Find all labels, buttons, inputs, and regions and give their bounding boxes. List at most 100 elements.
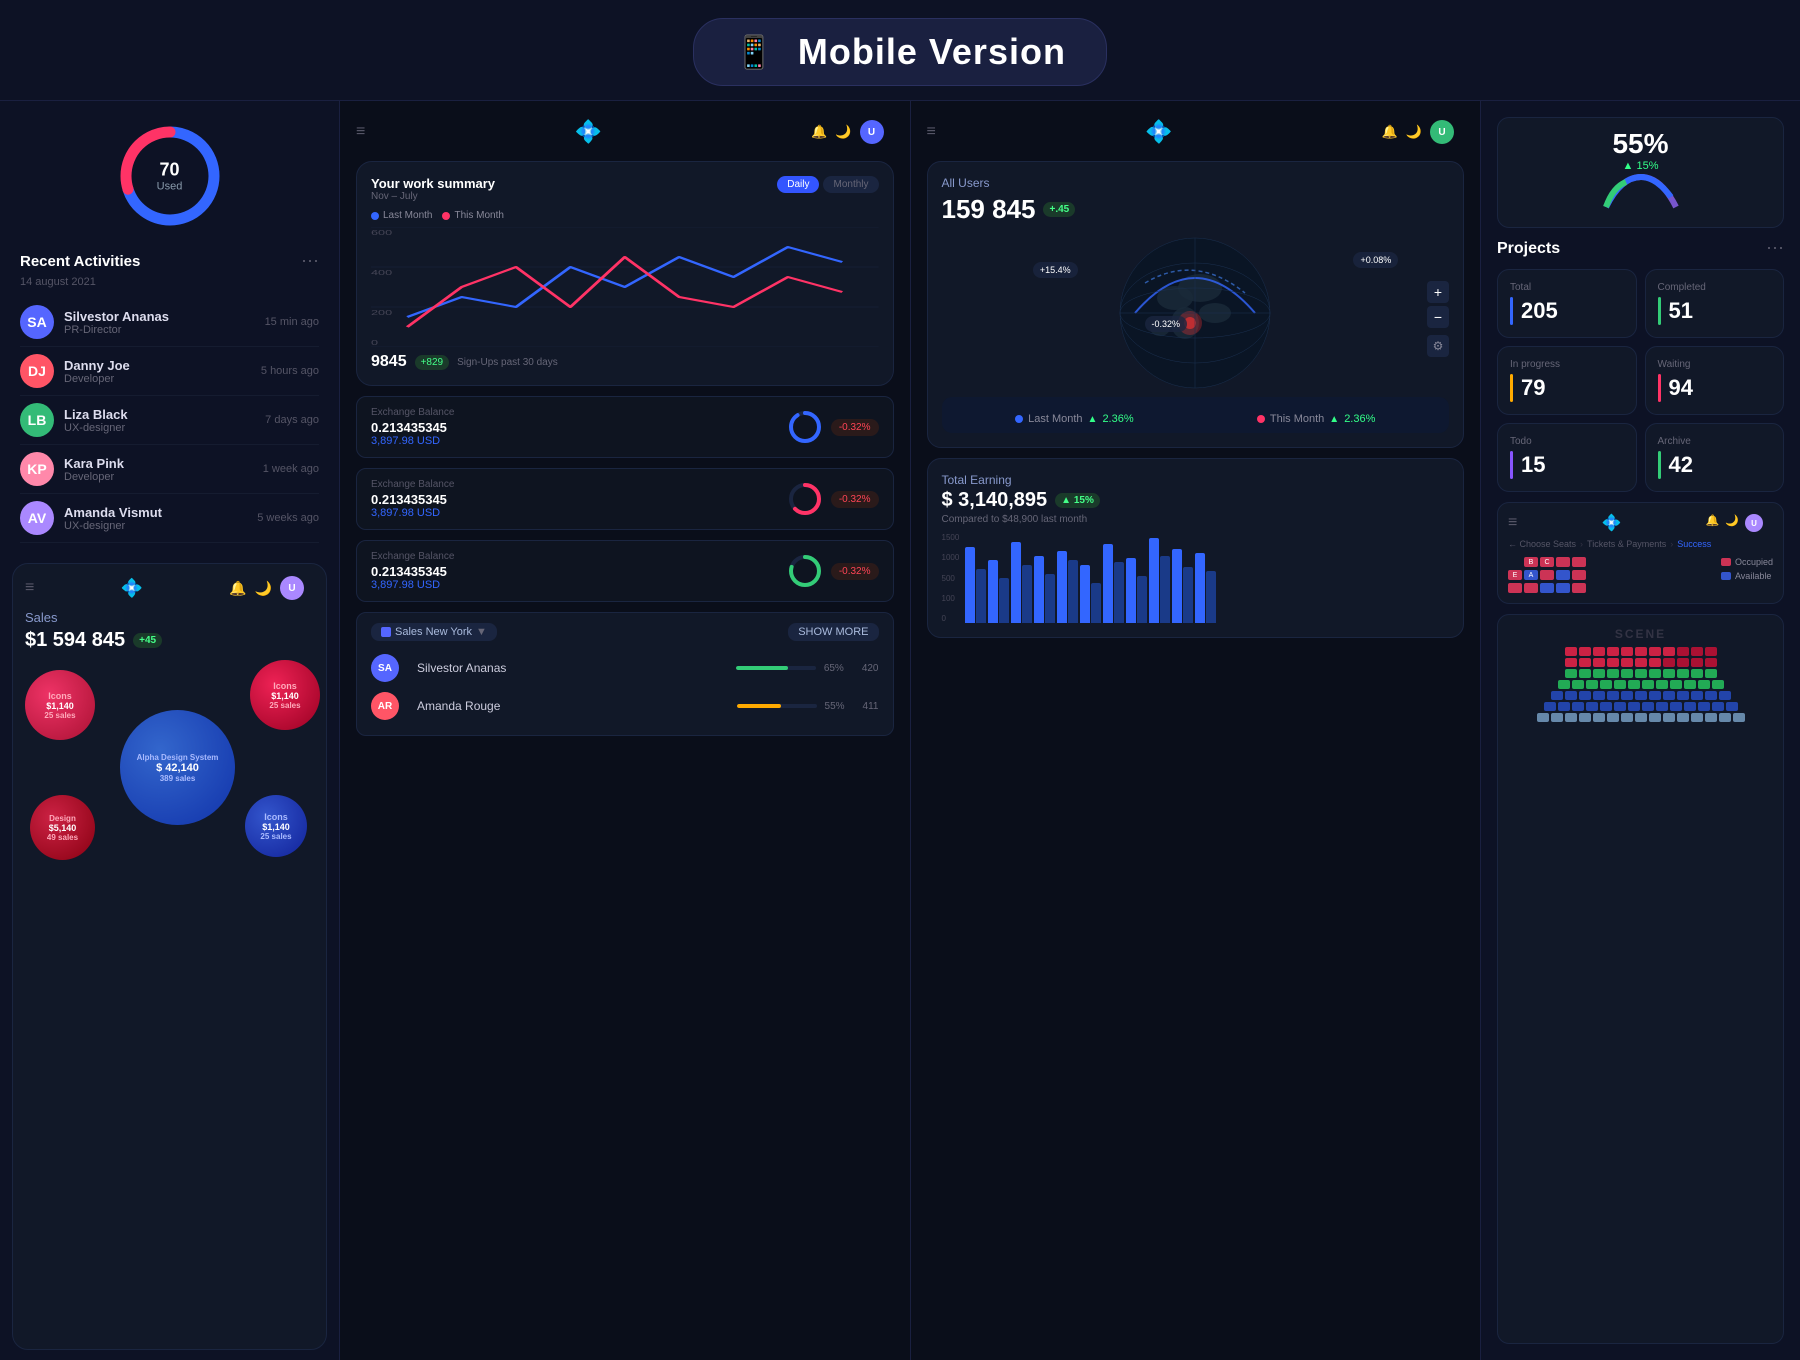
moon-icon-left[interactable]: 🌙 bbox=[255, 580, 272, 597]
t-seat[interactable] bbox=[1719, 713, 1731, 722]
t-seat[interactable] bbox=[1670, 702, 1682, 711]
t-seat[interactable] bbox=[1649, 647, 1661, 656]
t-seat[interactable] bbox=[1635, 658, 1647, 667]
t-seat[interactable] bbox=[1628, 680, 1640, 689]
t-seat[interactable] bbox=[1635, 647, 1647, 656]
t-seat[interactable] bbox=[1586, 702, 1598, 711]
t-seat[interactable] bbox=[1705, 691, 1717, 700]
t-seat[interactable] bbox=[1635, 691, 1647, 700]
t-seat[interactable] bbox=[1537, 713, 1549, 722]
bell-icon-cl[interactable]: 🔔 bbox=[811, 124, 827, 140]
t-seat[interactable] bbox=[1593, 658, 1605, 667]
t-seat[interactable] bbox=[1705, 647, 1717, 656]
seat-occ-1[interactable] bbox=[1556, 557, 1570, 567]
user-avatar-cr[interactable]: U bbox=[1430, 120, 1454, 144]
t-seat[interactable] bbox=[1600, 680, 1612, 689]
hamburger-icon-center-left[interactable]: ≡ bbox=[356, 123, 365, 141]
t-seat[interactable] bbox=[1558, 702, 1570, 711]
t-seat[interactable] bbox=[1607, 647, 1619, 656]
t-seat[interactable] bbox=[1586, 680, 1598, 689]
t-seat[interactable] bbox=[1677, 669, 1689, 678]
t-seat[interactable] bbox=[1579, 647, 1591, 656]
seat-occ-4[interactable] bbox=[1572, 570, 1586, 580]
t-seat[interactable] bbox=[1642, 702, 1654, 711]
t-seat[interactable] bbox=[1607, 713, 1619, 722]
show-more-button[interactable]: SHOW MORE bbox=[788, 623, 878, 641]
t-seat[interactable] bbox=[1691, 669, 1703, 678]
t-seat[interactable] bbox=[1572, 680, 1584, 689]
bell-icon-left[interactable]: 🔔 bbox=[229, 580, 246, 597]
bell-icon-cr[interactable]: 🔔 bbox=[1382, 124, 1398, 140]
t-seat[interactable] bbox=[1635, 669, 1647, 678]
t-seat[interactable] bbox=[1607, 691, 1619, 700]
hamburger-seat[interactable]: ≡ bbox=[1508, 514, 1517, 532]
seat-occ-b[interactable]: B bbox=[1524, 557, 1538, 567]
t-seat[interactable] bbox=[1719, 691, 1731, 700]
t-seat[interactable] bbox=[1698, 702, 1710, 711]
t-seat[interactable] bbox=[1579, 713, 1591, 722]
t-seat[interactable] bbox=[1621, 647, 1633, 656]
t-seat[interactable] bbox=[1614, 702, 1626, 711]
t-seat[interactable] bbox=[1691, 647, 1703, 656]
seat-occ-3[interactable] bbox=[1540, 570, 1554, 580]
bell-seat[interactable]: 🔔 bbox=[1706, 514, 1720, 532]
t-seat[interactable] bbox=[1593, 669, 1605, 678]
t-seat[interactable] bbox=[1642, 680, 1654, 689]
seat-occ-5[interactable] bbox=[1508, 583, 1522, 593]
t-seat[interactable] bbox=[1726, 702, 1738, 711]
t-seat[interactable] bbox=[1593, 713, 1605, 722]
user-seat[interactable]: U bbox=[1745, 514, 1763, 532]
t-seat[interactable] bbox=[1544, 702, 1556, 711]
t-seat[interactable] bbox=[1635, 713, 1647, 722]
t-seat[interactable] bbox=[1607, 658, 1619, 667]
tab-monthly[interactable]: Monthly bbox=[823, 176, 878, 193]
t-seat[interactable] bbox=[1712, 702, 1724, 711]
t-seat[interactable] bbox=[1579, 691, 1591, 700]
t-seat[interactable] bbox=[1705, 669, 1717, 678]
zoom-in-button[interactable]: + bbox=[1427, 281, 1449, 303]
hamburger-icon-cr[interactable]: ≡ bbox=[927, 123, 936, 141]
t-seat[interactable] bbox=[1614, 680, 1626, 689]
t-seat[interactable] bbox=[1579, 669, 1591, 678]
user-avatar-left[interactable]: U bbox=[280, 576, 304, 600]
t-seat[interactable] bbox=[1593, 691, 1605, 700]
t-seat[interactable] bbox=[1663, 658, 1675, 667]
t-seat[interactable] bbox=[1691, 713, 1703, 722]
t-seat[interactable] bbox=[1663, 647, 1675, 656]
seat-occ-6[interactable] bbox=[1524, 583, 1538, 593]
t-seat[interactable] bbox=[1684, 680, 1696, 689]
t-seat[interactable] bbox=[1656, 680, 1668, 689]
t-seat[interactable] bbox=[1649, 669, 1661, 678]
t-seat[interactable] bbox=[1649, 658, 1661, 667]
t-seat[interactable] bbox=[1579, 658, 1591, 667]
moon-seat[interactable]: 🌙 bbox=[1725, 514, 1739, 532]
t-seat[interactable] bbox=[1684, 702, 1696, 711]
hamburger-icon-left[interactable]: ≡ bbox=[25, 579, 34, 597]
settings-button-globe[interactable]: ⚙ bbox=[1427, 335, 1449, 357]
seat-occ-c[interactable]: C bbox=[1540, 557, 1554, 567]
t-seat[interactable] bbox=[1677, 647, 1689, 656]
t-seat[interactable] bbox=[1663, 669, 1675, 678]
t-seat[interactable] bbox=[1551, 691, 1563, 700]
seat-occ-2[interactable] bbox=[1572, 557, 1586, 567]
t-seat[interactable] bbox=[1551, 713, 1563, 722]
tab-daily[interactable]: Daily bbox=[777, 176, 819, 193]
t-seat[interactable] bbox=[1705, 658, 1717, 667]
moon-icon-cl[interactable]: 🌙 bbox=[835, 124, 851, 140]
user-avatar-cl[interactable]: U bbox=[860, 120, 884, 144]
t-seat[interactable] bbox=[1600, 702, 1612, 711]
projects-menu-icon[interactable]: ⋯ bbox=[1766, 238, 1784, 259]
t-seat[interactable] bbox=[1663, 691, 1675, 700]
seat-occ-e[interactable]: E bbox=[1508, 570, 1522, 580]
t-seat[interactable] bbox=[1565, 647, 1577, 656]
t-seat[interactable] bbox=[1565, 713, 1577, 722]
seat-avail-a[interactable]: A bbox=[1524, 570, 1538, 580]
t-seat[interactable] bbox=[1705, 713, 1717, 722]
t-seat[interactable] bbox=[1649, 691, 1661, 700]
t-seat[interactable] bbox=[1621, 658, 1633, 667]
t-seat[interactable] bbox=[1558, 680, 1570, 689]
t-seat[interactable] bbox=[1677, 713, 1689, 722]
t-seat[interactable] bbox=[1565, 669, 1577, 678]
seat-occ-7[interactable] bbox=[1572, 583, 1586, 593]
seat-avail-3[interactable] bbox=[1556, 583, 1570, 593]
